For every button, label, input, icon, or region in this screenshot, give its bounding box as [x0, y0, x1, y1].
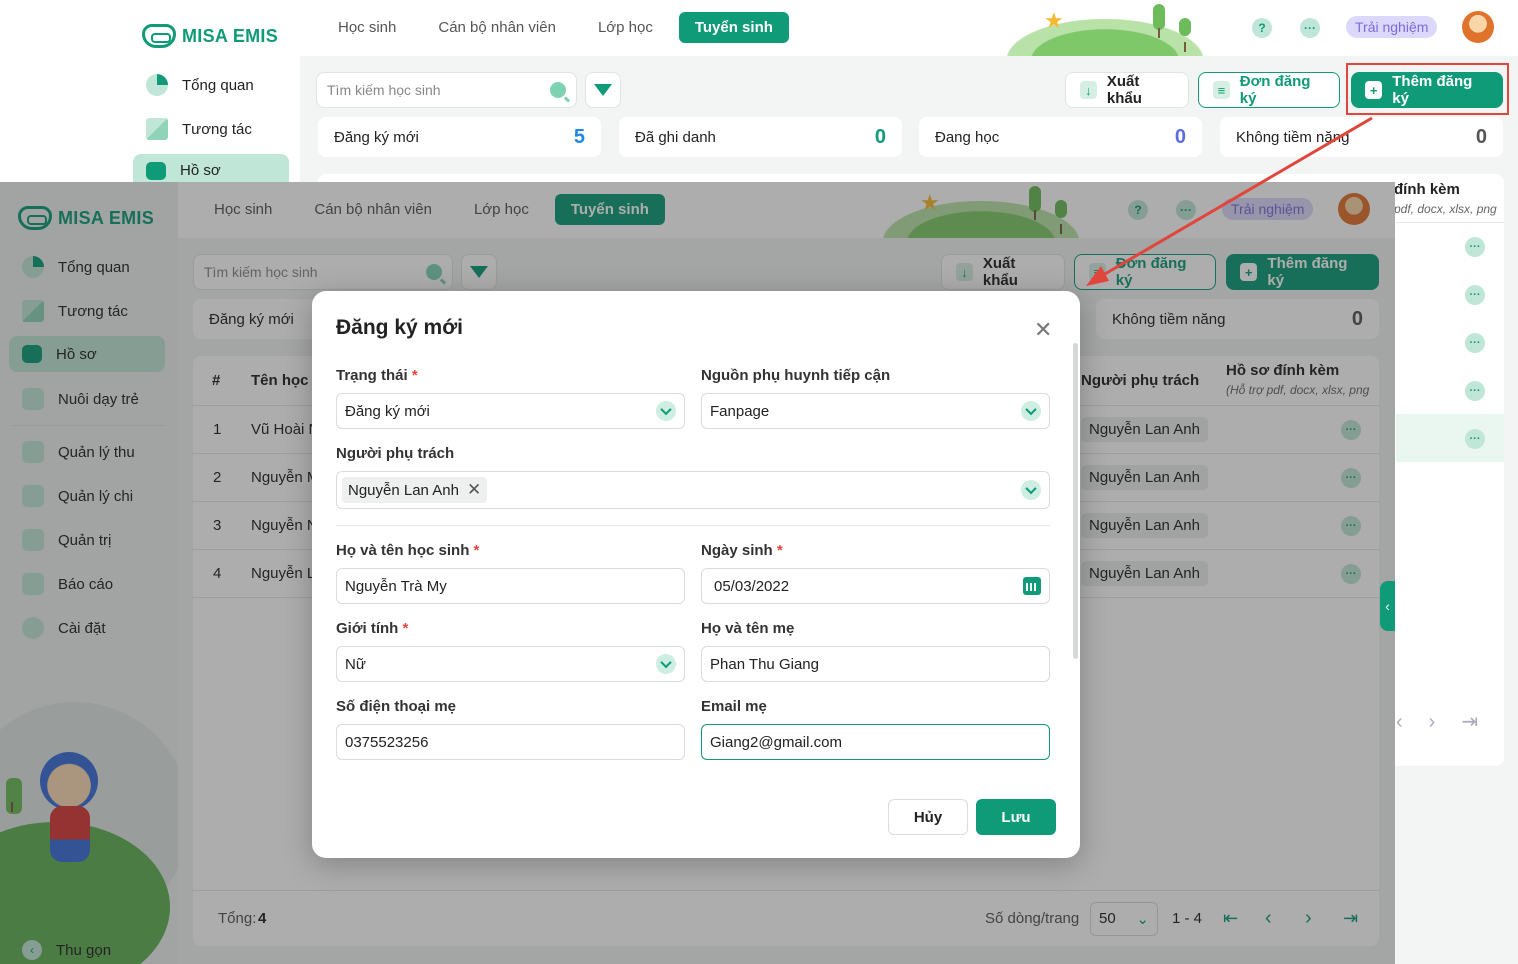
- section-divider: [336, 525, 1050, 526]
- back-nav-records[interactable]: Hồ sơ: [133, 154, 289, 182]
- highlight-box: [1346, 63, 1509, 115]
- mother-phone-label: Số điện thoại mẹ: [336, 698, 457, 715]
- dob-label: Ngày sinh *: [701, 542, 783, 559]
- student-name-input[interactable]: Nguyễn Trà My: [336, 568, 685, 604]
- back-pagination[interactable]: ‹›⇥: [1396, 709, 1504, 734]
- back-tab-admission[interactable]: Tuyển sinh: [678, 12, 789, 43]
- pie-chart-icon: [146, 74, 168, 96]
- back-tab-classes[interactable]: Lớp học: [582, 12, 669, 43]
- save-button[interactable]: Lưu: [976, 799, 1056, 835]
- back-nav-overview[interactable]: Tổng quan: [146, 74, 254, 96]
- search-icon: [550, 82, 566, 98]
- back-applications-button[interactable]: ≡ Đơn đăng ký: [1198, 72, 1340, 108]
- chevron-down-icon: [656, 654, 676, 674]
- back-tab-staff[interactable]: Cán bộ nhân viên: [422, 12, 572, 43]
- close-icon[interactable]: ✕: [1034, 317, 1052, 343]
- download-icon: ↓: [1080, 81, 1097, 99]
- row-action-icon[interactable]: ···: [1465, 429, 1485, 449]
- user-avatar[interactable]: [1462, 11, 1494, 43]
- back-nav-interaction[interactable]: Tương tác: [146, 118, 252, 140]
- folder-icon: [146, 162, 166, 180]
- document-icon: ≡: [1213, 81, 1230, 99]
- row-action-icon[interactable]: ···: [1465, 381, 1485, 401]
- back-export-button[interactable]: ↓ Xuất khẩu: [1065, 72, 1189, 108]
- logo-icon: [142, 24, 176, 48]
- row-action-icon[interactable]: ···: [1465, 333, 1485, 353]
- side-panel-toggle-icon[interactable]: ‹: [1380, 581, 1395, 631]
- back-sidebar: MISA EMIS Tổng quan Tương tác Hồ sơ: [0, 0, 300, 182]
- chevron-down-icon: [1021, 480, 1041, 500]
- app-logo[interactable]: MISA EMIS: [142, 24, 278, 48]
- status-label: Trạng thái *: [336, 367, 418, 384]
- gender-select[interactable]: Nữ: [336, 646, 685, 682]
- new-registration-modal: Đăng ký mới ✕ Trạng thái * Đăng ký mới N…: [312, 291, 1080, 858]
- row-action-icon[interactable]: ···: [1465, 285, 1485, 305]
- chevron-down-icon: [1021, 401, 1041, 421]
- trial-badge[interactable]: Trải nghiệm: [1346, 16, 1438, 38]
- owner-label: Người phụ trách: [336, 445, 455, 462]
- back-stat-no-potential[interactable]: Không tiềm năng 0: [1220, 117, 1503, 157]
- source-label: Nguồn phụ huynh tiếp cận: [701, 367, 891, 384]
- star-mascot-icon: ★: [1044, 8, 1064, 33]
- back-col-attach: đính kèm: [1394, 181, 1460, 198]
- status-select[interactable]: Đăng ký mới: [336, 393, 685, 429]
- mother-email-label: Email mẹ: [701, 698, 767, 715]
- source-select[interactable]: Fanpage: [701, 393, 1050, 429]
- divider: [1396, 222, 1504, 223]
- owner-multiselect[interactable]: Nguyễn Lan Anh ✕: [336, 471, 1050, 509]
- chevron-down-icon: [656, 401, 676, 421]
- back-stat-new[interactable]: Đăng ký mới 5: [318, 117, 601, 157]
- paper-plane-icon: [146, 118, 168, 140]
- student-name-label: Họ và tên học sinh *: [336, 542, 480, 559]
- back-stat-studying[interactable]: Đang học 0: [919, 117, 1202, 157]
- modal-scrollbar[interactable]: [1073, 343, 1078, 659]
- mother-name-label: Họ và tên mẹ: [701, 620, 795, 637]
- cancel-button[interactable]: Hủy: [888, 799, 968, 835]
- calendar-icon[interactable]: [1023, 577, 1041, 595]
- mother-phone-input[interactable]: 0375523256: [336, 724, 685, 760]
- row-action-icon[interactable]: ···: [1465, 237, 1485, 257]
- back-stat-enrolled[interactable]: Đã ghi danh 0: [619, 117, 902, 157]
- filter-icon: [594, 84, 612, 96]
- owner-tag[interactable]: Nguyễn Lan Anh ✕: [342, 477, 488, 503]
- back-tab-students[interactable]: Học sinh: [322, 12, 412, 43]
- modal-title: Đăng ký mới: [336, 316, 463, 339]
- remove-tag-icon[interactable]: ✕: [467, 480, 481, 500]
- back-col-attach-sub: pdf, docx, xlsx, png: [1394, 202, 1497, 216]
- tree-illustration: [1179, 18, 1191, 52]
- mother-name-input[interactable]: Phan Thu Giang: [701, 646, 1050, 682]
- gender-label: Giới tính *: [336, 620, 409, 637]
- back-filter-button[interactable]: [585, 72, 621, 108]
- back-search-input[interactable]: Tìm kiếm học sinh: [316, 72, 577, 108]
- selected-row[interactable]: [1396, 414, 1504, 462]
- dob-input[interactable]: 05/03/2022: [701, 568, 1050, 604]
- tree-illustration: [1153, 4, 1165, 38]
- help-icon[interactable]: ?: [1252, 18, 1272, 38]
- more-icon[interactable]: ···: [1300, 18, 1320, 38]
- back-header: Học sinh Cán bộ nhân viên Lớp học Tuyển …: [300, 0, 1518, 56]
- mother-email-input[interactable]: Giang2@gmail.com: [701, 724, 1050, 760]
